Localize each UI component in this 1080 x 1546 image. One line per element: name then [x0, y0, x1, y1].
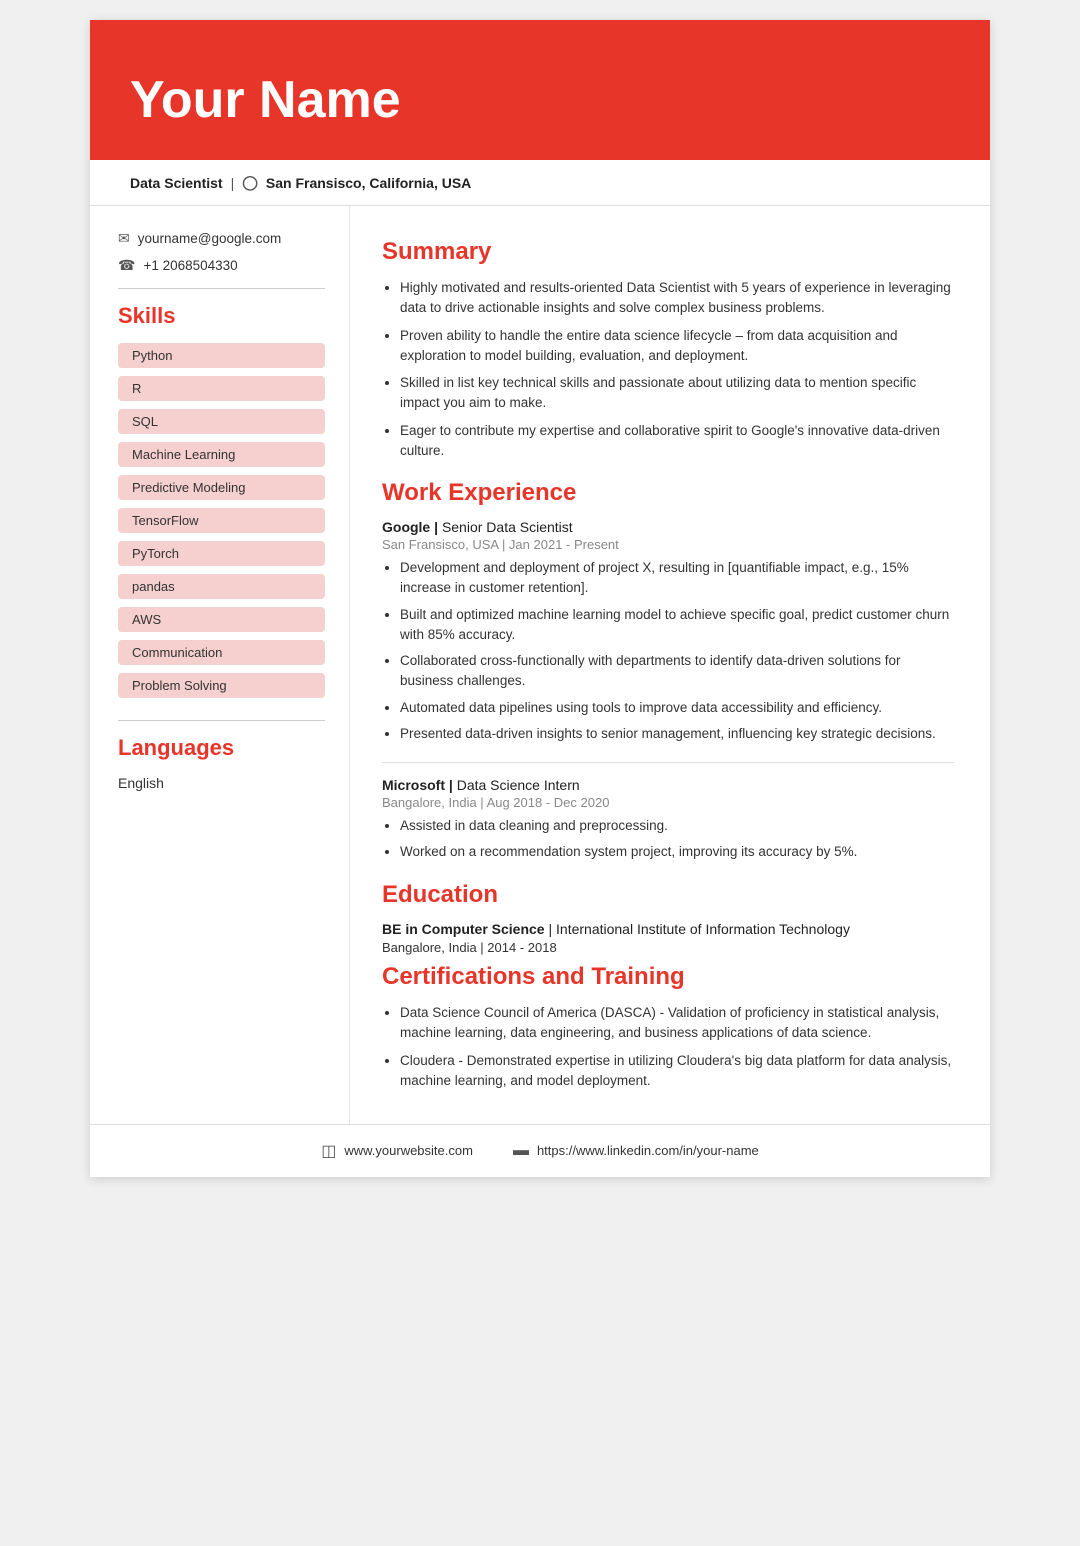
edu-block: BE in Computer Science | International I…: [382, 921, 954, 955]
languages-title: Languages: [118, 735, 325, 761]
google-bullet: Collaborated cross-functionally with dep…: [400, 651, 954, 692]
skills-list: Python R SQL Machine Learning Predictive Mod…: [118, 343, 325, 706]
microsoft-bullet: Worked on a recommendation system projec…: [400, 842, 954, 862]
skill-tag: R: [118, 376, 325, 401]
skill-tag: pandas: [118, 574, 325, 599]
microsoft-bullet: Assisted in data cleaning and preprocess…: [400, 816, 954, 836]
right-column: Summary Highly motivated and results-ori…: [350, 206, 990, 1124]
summary-list: Highly motivated and results-oriented Da…: [382, 278, 954, 461]
languages-section: Languages English: [118, 735, 325, 791]
job-divider-1: [382, 762, 954, 763]
job-title: Data Scientist: [130, 175, 223, 191]
skill-tag: Predictive Modeling: [118, 475, 325, 500]
microsoft-role: Data Science Intern: [457, 777, 580, 793]
language-english: English: [118, 775, 325, 791]
summary-item: Highly motivated and results-oriented Da…: [400, 278, 954, 319]
skill-tag: Problem Solving: [118, 673, 325, 698]
work-experience-section: Work Experience Google | Senior Data Sci…: [382, 479, 954, 863]
skill-tag: TensorFlow: [118, 508, 325, 533]
microsoft-title-line: Microsoft | Data Science Intern: [382, 777, 954, 793]
edu-institution-sep: |: [548, 921, 556, 937]
job-microsoft: Microsoft | Data Science Intern Bangalor…: [382, 777, 954, 863]
footer-website: ◫ www.yourwebsite.com: [321, 1141, 473, 1161]
edu-institution: International Institute of Information T…: [556, 921, 850, 937]
summary-title: Summary: [382, 238, 954, 266]
left-column: ✉ yourname@google.com ☎ +1 2068504330 Sk…: [90, 206, 350, 1124]
website-url: www.yourwebsite.com: [344, 1143, 473, 1158]
summary-item: Proven ability to handle the entire data…: [400, 326, 954, 367]
divider-2: [118, 720, 325, 721]
microsoft-location-date: Bangalore, India | Aug 2018 - Dec 2020: [382, 795, 954, 810]
education-section: Education BE in Computer Science | Inter…: [382, 881, 954, 955]
google-bullets: Development and deployment of project X,…: [382, 558, 954, 744]
microsoft-separator: |: [449, 777, 457, 793]
resume-container: Your Name Data Scientist | ◯ San Fransis…: [90, 20, 990, 1177]
google-separator: |: [434, 519, 442, 535]
email-text: yourname@google.com: [138, 231, 282, 246]
summary-item: Skilled in list key technical skills and…: [400, 373, 954, 414]
google-bullet: Automated data pipelines using tools to …: [400, 698, 954, 718]
cert-item: Data Science Council of America (DASCA) …: [400, 1003, 954, 1044]
cert-list: Data Science Council of America (DASCA) …: [382, 1003, 954, 1092]
website-icon: ◫: [321, 1141, 336, 1161]
linkedin-url: https://www.linkedin.com/in/your-name: [537, 1143, 759, 1158]
candidate-name: Your Name: [130, 70, 950, 130]
skill-tag: Machine Learning: [118, 442, 325, 467]
email-icon: ✉: [118, 230, 130, 247]
google-bullet: Development and deployment of project X,…: [400, 558, 954, 599]
separator: |: [231, 175, 235, 191]
phone-icon: ☎: [118, 257, 135, 274]
google-location-date: San Fransisco, USA | Jan 2021 - Present: [382, 537, 954, 552]
linkedin-icon: ▬: [513, 1142, 529, 1160]
certifications-title: Certifications and Training: [382, 963, 954, 991]
main-content: ✉ yourname@google.com ☎ +1 2068504330 Sk…: [90, 206, 990, 1124]
footer-linkedin: ▬ https://www.linkedin.com/in/your-name: [513, 1142, 759, 1160]
certifications-section: Certifications and Training Data Science…: [382, 963, 954, 1092]
skill-tag: PyTorch: [118, 541, 325, 566]
education-title: Education: [382, 881, 954, 909]
skill-tag: SQL: [118, 409, 325, 434]
summary-item: Eager to contribute my expertise and col…: [400, 421, 954, 462]
skills-title: Skills: [118, 303, 325, 329]
google-bullet: Presented data-driven insights to senior…: [400, 724, 954, 744]
edu-location-date: Bangalore, India | 2014 - 2018: [382, 940, 954, 955]
google-company: Google: [382, 519, 430, 535]
summary-section: Summary Highly motivated and results-ori…: [382, 238, 954, 461]
google-title-line: Google | Senior Data Scientist: [382, 519, 954, 535]
edu-degree: BE in Computer Science | International I…: [382, 921, 954, 937]
divider-1: [118, 288, 325, 289]
email-item: ✉ yourname@google.com: [118, 230, 325, 247]
cert-item: Cloudera - Demonstrated expertise in uti…: [400, 1051, 954, 1092]
skills-section: Skills Python R SQL Machine Learning Predict…: [118, 303, 325, 706]
microsoft-bullets: Assisted in data cleaning and preprocess…: [382, 816, 954, 863]
skill-tag: Communication: [118, 640, 325, 665]
skill-tag: Python: [118, 343, 325, 368]
google-bullet: Built and optimized machine learning mod…: [400, 605, 954, 646]
job-google: Google | Senior Data Scientist San Frans…: [382, 519, 954, 744]
footer: ◫ www.yourwebsite.com ▬ https://www.link…: [90, 1124, 990, 1177]
microsoft-company: Microsoft: [382, 777, 445, 793]
google-role: Senior Data Scientist: [442, 519, 573, 535]
edu-degree-bold: BE in Computer Science: [382, 921, 545, 937]
header-banner: Your Name: [90, 20, 990, 160]
phone-text: +1 2068504330: [143, 258, 237, 273]
skill-tag: AWS: [118, 607, 325, 632]
phone-item: ☎ +1 2068504330: [118, 257, 325, 274]
subheader: Data Scientist | ◯ San Fransisco, Califo…: [90, 160, 990, 206]
location-icon: ◯: [242, 174, 258, 191]
location: San Fransisco, California, USA: [266, 175, 471, 191]
work-experience-title: Work Experience: [382, 479, 954, 507]
